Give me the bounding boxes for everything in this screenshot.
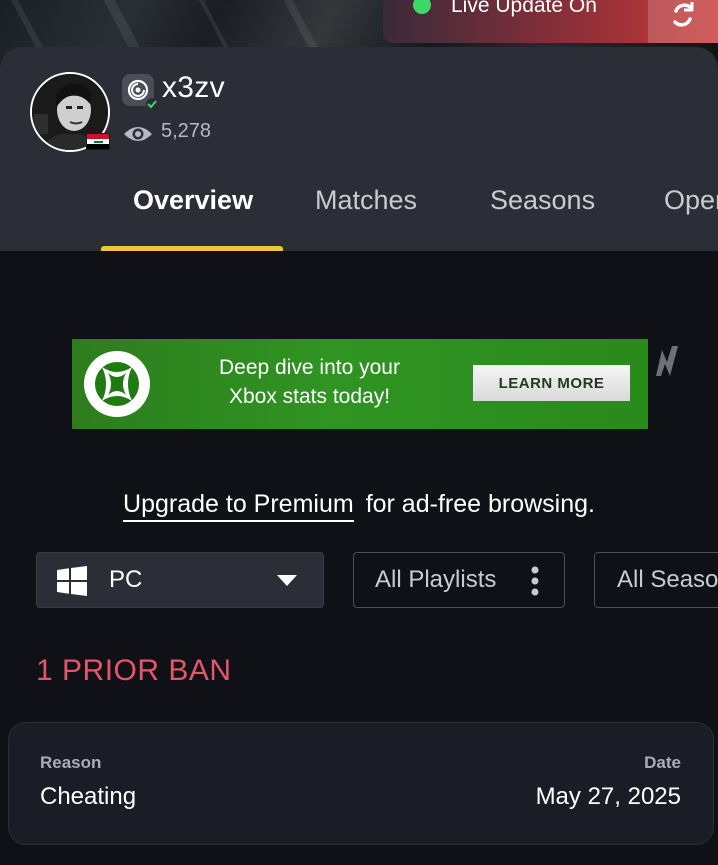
active-tab-indicator	[101, 246, 283, 251]
upgrade-premium-link[interactable]: Upgrade to Premium	[123, 490, 354, 522]
ban-record-card: Reason Cheating Date May 27, 2025	[8, 722, 714, 845]
profile-tabs: Overview Matches Seasons Oper	[0, 181, 718, 251]
tab-seasons[interactable]: Seasons	[490, 181, 595, 251]
profile-page: Live Update On x3zv 5,278 Overview Match…	[0, 0, 718, 865]
chevron-down-icon	[277, 575, 297, 586]
premium-upsell: Upgrade to Premium for ad-free browsing.	[0, 490, 718, 522]
ban-date-value: May 27, 2025	[535, 783, 681, 810]
learn-more-button[interactable]: LEARN MORE	[473, 365, 630, 401]
tab-matches[interactable]: Matches	[315, 181, 417, 251]
live-update-toggle[interactable]: Live Update On	[383, 0, 718, 43]
refresh-button[interactable]	[648, 0, 718, 43]
upsell-suffix: for ad-free browsing.	[365, 490, 595, 518]
tab-overview[interactable]: Overview	[133, 181, 253, 251]
profile-views-count: 5,278	[161, 120, 212, 142]
eye-icon	[124, 127, 152, 141]
refresh-icon	[673, 1, 694, 27]
profile-header: x3zv 5,278 Overview Matches Seasons Oper	[0, 47, 718, 251]
season-select[interactable]: All Seaso	[594, 552, 718, 608]
live-status-dot	[413, 0, 431, 14]
playlist-select[interactable]: All Playlists	[353, 552, 565, 608]
prior-ban-heading: 1 PRIOR BAN	[36, 654, 232, 687]
live-update-label: Live Update On	[451, 0, 597, 17]
ad-text-line2: Xbox stats today!	[228, 385, 391, 408]
ad-network-icon[interactable]	[654, 344, 680, 378]
season-select-value: All Seaso	[617, 566, 718, 593]
ad-banner[interactable]: Deep dive into your Xbox stats today! LE…	[72, 339, 648, 429]
ban-date-label: Date	[644, 753, 681, 772]
username: x3zv	[162, 71, 225, 104]
verified-check-icon	[146, 98, 158, 110]
tab-operators[interactable]: Oper	[664, 181, 718, 251]
platform-select[interactable]: PC	[36, 552, 324, 608]
ban-reason-value: Cheating	[40, 783, 137, 810]
xbox-logo-icon	[84, 351, 150, 417]
more-vertical-icon	[531, 566, 539, 596]
playlist-select-value: All Playlists	[375, 566, 497, 593]
ad-text-line1: Deep dive into your	[219, 356, 400, 379]
windows-icon	[57, 566, 87, 596]
country-flag	[86, 133, 110, 150]
platform-select-value: PC	[109, 566, 143, 593]
ban-reason-label: Reason	[40, 753, 102, 772]
ad-text: Deep dive into your Xbox stats today!	[202, 353, 417, 411]
